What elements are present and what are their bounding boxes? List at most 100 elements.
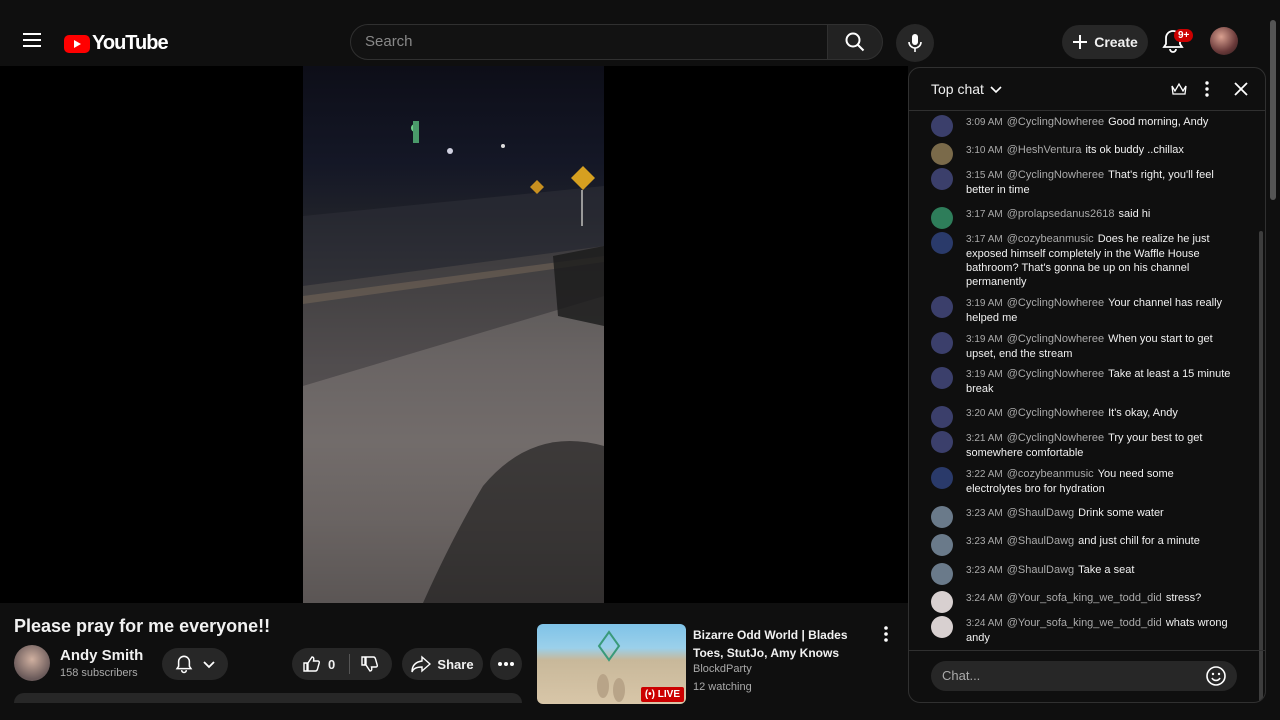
- chat-author[interactable]: @CyclingNowheree: [1007, 116, 1104, 128]
- chat-avatar[interactable]: [931, 115, 953, 137]
- chat-time: 3:19 AM: [966, 334, 1003, 345]
- like-button[interactable]: 0: [302, 655, 335, 673]
- chat-author[interactable]: @ShaulDawg: [1007, 564, 1074, 576]
- more-horizontal-icon: [498, 662, 514, 666]
- chat-text: stress?: [1165, 592, 1202, 604]
- chat-author[interactable]: @Your_sofa_king_we_todd_did: [1007, 592, 1162, 604]
- chat-time: 3:22 AM: [966, 469, 1003, 480]
- chat-text: and just chill for a minute: [1078, 535, 1200, 547]
- chat-message: 3:19 AM @CyclingNowheree Your channel has …: [931, 296, 1231, 325]
- chat-message: 3:17 AM @cozybeanmusic Does he realize he …: [931, 232, 1231, 289]
- subscribe-notifications-button[interactable]: [162, 648, 228, 680]
- chat-time: 3:23 AM: [966, 565, 1003, 576]
- top-bar: YouTube Search Create 9+: [0, 0, 1280, 66]
- chevron-down-icon: [203, 661, 215, 669]
- search-button[interactable]: [827, 24, 883, 60]
- chat-author[interactable]: @CyclingNowheree: [1007, 432, 1104, 444]
- chat-avatar[interactable]: [931, 406, 953, 428]
- chat-author[interactable]: @cozybeanmusic: [1007, 233, 1094, 245]
- recommended-video-title[interactable]: Bizarre Odd World | Blades Toes, StutJo,…: [693, 626, 863, 662]
- chat-time: 3:23 AM: [966, 536, 1003, 547]
- chat-author[interactable]: @CyclingNowheree: [1007, 407, 1104, 419]
- live-chat-panel: Top chat 3:09 AM @CyclingNowheree Good mor…: [908, 67, 1266, 703]
- chat-time: 3:09 AM: [966, 117, 1003, 128]
- chat-text: It's okay, Andy: [1108, 407, 1178, 419]
- chat-author[interactable]: @prolapsedanus2618: [1007, 208, 1115, 220]
- emoji-icon[interactable]: [1205, 665, 1227, 687]
- chat-avatar[interactable]: [931, 332, 953, 354]
- chat-message: 3:10 AM @HeshVentura its ok buddy ..chilla…: [931, 143, 1231, 165]
- chat-author[interactable]: @CyclingNowheree: [1007, 297, 1104, 309]
- description-box[interactable]: [14, 693, 522, 703]
- more-vertical-icon[interactable]: [878, 626, 894, 644]
- share-label: Share: [437, 656, 474, 672]
- create-button[interactable]: Create: [1062, 25, 1148, 59]
- chat-scrollbar[interactable]: [1259, 231, 1263, 702]
- chat-avatar[interactable]: [931, 143, 953, 165]
- chat-text: said hi: [1118, 208, 1151, 220]
- chat-author[interactable]: @cozybeanmusic: [1007, 468, 1094, 480]
- chat-message: 3:22 AM @cozybeanmusic You need some elect…: [931, 467, 1231, 496]
- crown-icon[interactable]: [1169, 78, 1189, 100]
- chat-avatar[interactable]: [931, 296, 953, 318]
- chat-author[interactable]: @Your_sofa_king_we_todd_did: [1007, 617, 1162, 629]
- chat-avatar[interactable]: [931, 431, 953, 453]
- microphone-icon: [908, 34, 922, 52]
- share-button[interactable]: Share: [402, 648, 483, 680]
- chat-time: 3:10 AM: [966, 145, 1003, 156]
- voice-search-button[interactable]: [896, 24, 934, 62]
- chat-time: 3:19 AM: [966, 298, 1003, 309]
- chat-avatar[interactable]: [931, 168, 953, 190]
- recommended-channel[interactable]: BlockdParty: [693, 663, 752, 675]
- channel-avatar[interactable]: [14, 645, 50, 681]
- close-icon[interactable]: [1231, 78, 1251, 100]
- chat-author[interactable]: @ShaulDawg: [1007, 507, 1074, 519]
- chat-author[interactable]: @CyclingNowheree: [1007, 368, 1104, 380]
- chat-time: 3:20 AM: [966, 408, 1003, 419]
- chat-message: 3:20 AM @CyclingNowheree It's okay, Andy: [931, 406, 1231, 428]
- chat-avatar[interactable]: [931, 616, 953, 638]
- recommended-watching: 12 watching: [693, 681, 752, 693]
- share-icon: [411, 655, 432, 673]
- youtube-logo[interactable]: YouTube: [64, 32, 169, 55]
- chat-author[interactable]: @CyclingNowheree: [1007, 333, 1104, 345]
- logo-text: YouTube: [92, 32, 169, 54]
- more-vertical-icon[interactable]: [1197, 78, 1217, 100]
- video-title: Please pray for me everyone!!: [14, 616, 271, 636]
- chat-mode-selector[interactable]: Top chat: [931, 81, 1002, 97]
- recommended-video-thumbnail[interactable]: (•) LIVE: [537, 624, 686, 704]
- chat-message: 3:24 AM @Your_sofa_king_we_todd_did whats …: [931, 616, 1231, 645]
- chat-message: 3:15 AM @CyclingNowheree That's right, you…: [931, 168, 1231, 197]
- video-frame[interactable]: [303, 66, 604, 603]
- chat-time: 3:19 AM: [966, 369, 1003, 380]
- channel-name[interactable]: Andy Smith: [60, 647, 143, 664]
- thumbs-up-icon: [303, 656, 320, 672]
- chat-time: 3:24 AM: [966, 618, 1003, 629]
- chat-author[interactable]: @HeshVentura: [1007, 144, 1082, 156]
- page-scrollbar[interactable]: [1270, 20, 1276, 200]
- account-avatar[interactable]: [1210, 27, 1238, 55]
- menu-icon[interactable]: [18, 26, 46, 54]
- chat-input[interactable]: Chat...: [931, 661, 1237, 691]
- chat-author[interactable]: @ShaulDawg: [1007, 535, 1074, 547]
- chat-avatar[interactable]: [931, 232, 953, 254]
- more-actions-button[interactable]: [490, 648, 522, 680]
- chat-avatar[interactable]: [931, 207, 953, 229]
- chat-avatar[interactable]: [931, 367, 953, 389]
- chevron-down-icon: [990, 86, 1002, 94]
- chat-message: 3:23 AM @ShaulDawg and just chill for a mi…: [931, 534, 1231, 556]
- divider: [349, 654, 351, 674]
- chat-text: Good morning, Andy: [1108, 116, 1209, 128]
- chat-avatar[interactable]: [931, 506, 953, 528]
- chat-author[interactable]: @CyclingNowheree: [1007, 169, 1104, 181]
- chat-time: 3:17 AM: [966, 234, 1003, 245]
- chat-time: 3:15 AM: [966, 170, 1003, 181]
- chat-avatar[interactable]: [931, 534, 953, 556]
- chat-avatar[interactable]: [931, 591, 953, 613]
- chat-avatar[interactable]: [931, 563, 953, 585]
- search-input[interactable]: Search: [350, 24, 828, 60]
- chat-avatar[interactable]: [931, 467, 953, 489]
- video-player[interactable]: [0, 66, 908, 603]
- chat-time: 3:17 AM: [966, 209, 1003, 220]
- dislike-button[interactable]: [360, 655, 379, 673]
